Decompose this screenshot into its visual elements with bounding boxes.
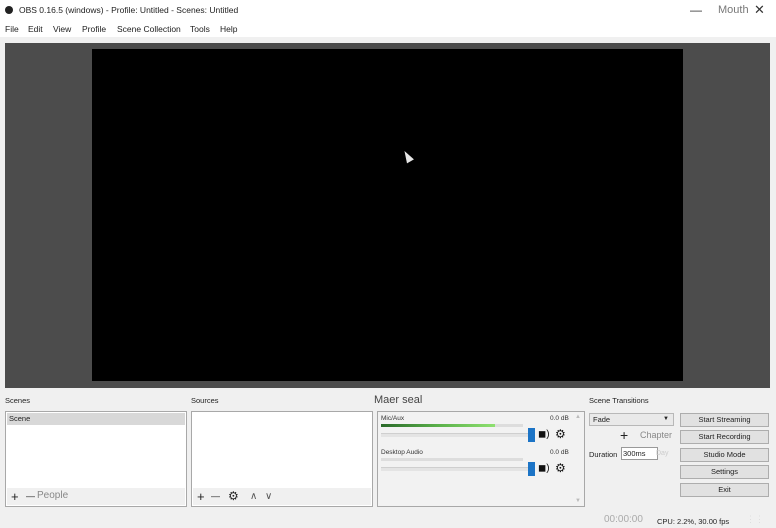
channel-gear-icon[interactable]: ⚙ (555, 461, 566, 475)
scenes-ghost-text: People (37, 490, 69, 501)
transition-select[interactable]: Fade ▼ (589, 413, 674, 426)
volume-slider-handle[interactable] (528, 462, 535, 476)
remove-source-button[interactable]: — (211, 488, 220, 505)
menu-bar: File Edit View Profile Scene Collection … (0, 21, 776, 37)
scroll-down-arrow[interactable]: ▼ (575, 498, 581, 504)
menu-tools[interactable]: Tools (190, 24, 210, 34)
resize-grip-icon[interactable]: ⋮⋮ (746, 514, 764, 525)
scroll-up-arrow[interactable]: ▲ (575, 414, 581, 420)
audio-mixer: Mic/Aux 0.0 dB ◼) ⚙ ▲ Desktop Audio 0.0 … (377, 411, 585, 507)
sources-list[interactable]: + — ⚙ ∧ ∨ (191, 411, 373, 507)
menu-scene-collection[interactable]: Scene Collection (117, 24, 181, 34)
duration-input[interactable]: 300ms (621, 447, 658, 460)
duration-spinner-ghost[interactable]: Day (656, 447, 676, 460)
volume-slider[interactable] (381, 433, 531, 437)
add-source-button[interactable]: + (197, 488, 205, 505)
close-button[interactable]: ✕ (754, 2, 765, 18)
transitions-ghost-text: Chapter (640, 430, 673, 440)
dropdown-arrow-icon: ▼ (663, 416, 669, 422)
menu-help[interactable]: Help (220, 24, 237, 34)
add-transition-button[interactable]: + (620, 427, 628, 443)
speaker-icon[interactable]: ◼) (538, 429, 550, 440)
channel-gear-icon[interactable]: ⚙ (555, 427, 566, 441)
obs-logo-icon (5, 6, 13, 14)
window-title: OBS 0.16.5 (windows) - Profile: Untitled… (19, 5, 239, 15)
menu-edit[interactable]: Edit (28, 24, 43, 34)
sources-toolbar: + — ⚙ ∧ ∨ (193, 488, 371, 505)
menu-view[interactable]: View (53, 24, 71, 34)
volume-slider[interactable] (381, 467, 531, 471)
mixer-title: Maer seal (374, 394, 423, 406)
add-scene-button[interactable]: + (11, 488, 19, 505)
cpu-status: CPU: 2.2%, 30.00 fps (657, 517, 730, 526)
studio-mode-button[interactable]: Studio Mode (680, 448, 769, 462)
menu-file[interactable]: File (5, 24, 19, 34)
scenes-toolbar: + — People (7, 488, 185, 505)
transitions-title: Scene Transitions (589, 396, 649, 405)
preview-canvas[interactable] (92, 49, 683, 381)
start-recording-button[interactable]: Start Recording (680, 430, 769, 444)
scene-item[interactable]: Scene (7, 413, 185, 425)
settings-button[interactable]: Settings (680, 465, 769, 479)
title-bar: OBS 0.16.5 (windows) - Profile: Untitled… (0, 0, 776, 21)
remove-scene-button[interactable]: — (26, 488, 35, 505)
speaker-icon[interactable]: ◼) (538, 463, 550, 474)
recording-timer: 00:00:00 (604, 514, 643, 525)
volume-slider-handle[interactable] (528, 428, 535, 442)
move-source-up-button[interactable]: ∧ (250, 488, 257, 505)
move-source-down-button[interactable]: ∨ (265, 488, 272, 505)
minimize-button[interactable]: — (690, 3, 702, 17)
source-properties-gear-icon[interactable]: ⚙ (228, 488, 239, 505)
title-extra-label: Mouth (718, 4, 749, 16)
start-streaming-button[interactable]: Start Streaming (680, 413, 769, 427)
volume-meter (381, 424, 523, 427)
channel-db: 0.0 dB (550, 449, 569, 456)
scenes-title: Scenes (5, 396, 31, 405)
exit-button[interactable]: Exit (680, 483, 769, 497)
channel-name: Desktop Audio (381, 449, 423, 456)
menu-profile[interactable]: Profile (82, 24, 106, 34)
channel-db: 0.0 dB (550, 415, 569, 422)
channel-name: Mic/Aux (381, 415, 405, 422)
sources-title: Sources (191, 396, 219, 405)
volume-meter-fill (381, 424, 495, 427)
scenes-list[interactable]: Scene + — People (5, 411, 187, 507)
duration-label: Duration (589, 450, 618, 459)
transition-selected: Fade (593, 415, 611, 424)
volume-meter (381, 458, 523, 461)
